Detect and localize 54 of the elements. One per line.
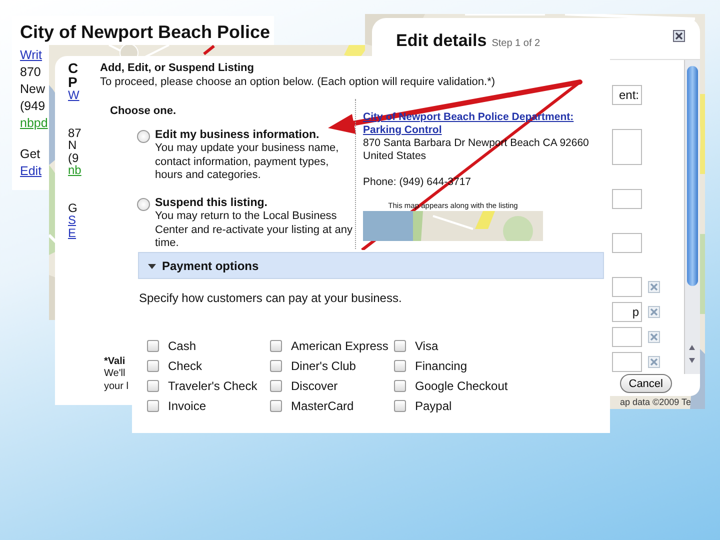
- footnote-text: *Vali: [104, 356, 126, 368]
- checkbox-label: American Express: [291, 339, 388, 353]
- checkbox-label: Check: [168, 359, 202, 373]
- listing-text: (949: [20, 99, 46, 113]
- checkbox[interactable]: [147, 340, 159, 352]
- listing-text: New: [20, 82, 46, 96]
- checkbox-label: MasterCard: [291, 399, 354, 413]
- input-field[interactable]: [612, 352, 642, 372]
- remove-icon[interactable]: [648, 331, 660, 343]
- web-link[interactable]: nbpd: [20, 116, 48, 130]
- checkbox[interactable]: [394, 400, 406, 412]
- checkbox[interactable]: [147, 360, 159, 372]
- scrollbar[interactable]: [684, 60, 700, 374]
- footnote-text: We'll: [104, 368, 126, 380]
- input-field[interactable]: ent:: [612, 85, 642, 105]
- listing-title: City of Newport Beach Police: [20, 21, 270, 44]
- close-icon[interactable]: [673, 30, 685, 42]
- checkbox-label: Cash: [168, 339, 196, 353]
- checkbox[interactable]: [270, 400, 282, 412]
- remove-icon[interactable]: [648, 356, 660, 368]
- checkbox-label: Visa: [415, 339, 438, 353]
- checkbox-label: Discover: [291, 379, 338, 393]
- checkbox[interactable]: [270, 380, 282, 392]
- step-label: Step 1 of 2: [492, 38, 540, 49]
- checkbox[interactable]: [394, 340, 406, 352]
- checkbox-label: Google Checkout: [415, 379, 508, 393]
- footnote-text: your l: [104, 380, 128, 393]
- remove-icon[interactable]: [648, 281, 660, 293]
- checkbox-label: Financing: [415, 359, 468, 373]
- map-credit: ap data ©2009 Te: [620, 397, 692, 407]
- remove-icon[interactable]: [648, 306, 660, 318]
- scrollbar-thumb[interactable]: [687, 66, 698, 286]
- input-field[interactable]: [612, 327, 642, 347]
- checkbox[interactable]: [270, 340, 282, 352]
- checkbox[interactable]: [394, 360, 406, 372]
- checkbox[interactable]: [270, 360, 282, 372]
- link[interactable]: Edit: [20, 164, 42, 178]
- input-field[interactable]: [612, 233, 642, 253]
- text-area[interactable]: [612, 129, 642, 165]
- checkbox[interactable]: [394, 380, 406, 392]
- listing-text: Get: [20, 147, 40, 161]
- link[interactable]: Writ: [20, 48, 42, 62]
- cancel-button[interactable]: Cancel: [620, 374, 672, 393]
- dialog-title: Edit details: [396, 31, 487, 51]
- checkbox[interactable]: [147, 380, 159, 392]
- input-field[interactable]: [612, 189, 642, 209]
- checkbox-label: Invoice: [168, 399, 206, 413]
- input-field[interactable]: [612, 277, 642, 297]
- listing-text: 870: [20, 65, 41, 79]
- checkbox-label: Traveler's Check: [168, 379, 258, 393]
- checkbox-label: Paypal: [415, 399, 452, 413]
- checkbox-label: Diner's Club: [291, 359, 356, 373]
- input-field[interactable]: p: [612, 302, 642, 322]
- checkbox[interactable]: [147, 400, 159, 412]
